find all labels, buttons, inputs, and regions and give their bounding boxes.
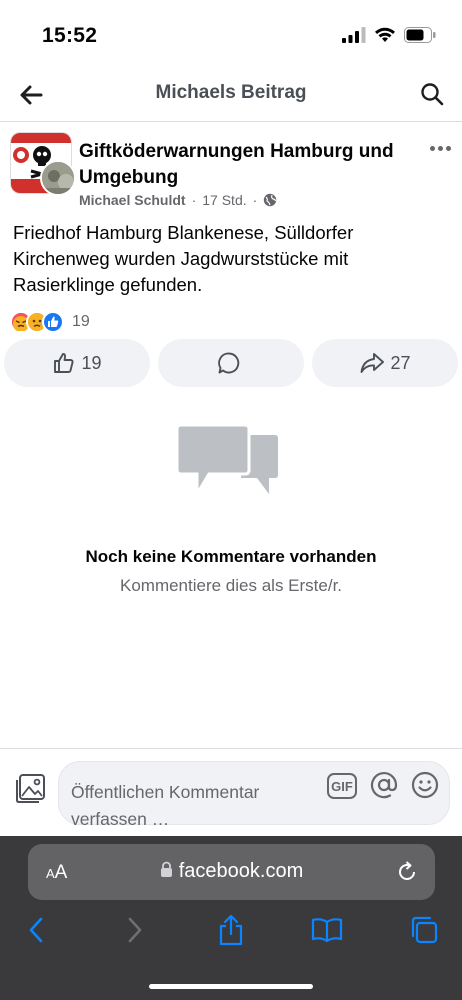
page-title: Michaels Beitrag bbox=[155, 82, 307, 103]
share-icon bbox=[219, 914, 243, 946]
globe-icon bbox=[264, 193, 277, 207]
address-bar[interactable]: AA facebook.com bbox=[28, 844, 435, 900]
comments-empty-icon bbox=[175, 423, 278, 500]
reaction-count: 19 bbox=[72, 313, 90, 330]
reactions-summary[interactable]: 19 bbox=[10, 311, 90, 333]
status-icons bbox=[342, 27, 436, 43]
chevron-left-icon bbox=[29, 917, 43, 943]
author-name[interactable]: Michael Schuldt bbox=[79, 192, 186, 208]
url-display[interactable]: facebook.com bbox=[28, 860, 435, 883]
browser-back-button[interactable] bbox=[19, 912, 53, 948]
mention-button[interactable] bbox=[369, 770, 399, 800]
home-indicator[interactable] bbox=[149, 984, 313, 989]
comment-composer: Öffentlichen Kommentar verfassen … GIF bbox=[0, 748, 462, 836]
post-time[interactable]: 17 Std. bbox=[202, 192, 246, 208]
group-name[interactable]: Giftköderwarnungen Hamburg und Umgebung bbox=[79, 139, 409, 191]
lock-icon bbox=[160, 861, 172, 877]
comment-button[interactable] bbox=[158, 339, 304, 387]
share-arrow-icon bbox=[361, 353, 385, 373]
nav-bar: Michaels Beitrag bbox=[0, 70, 462, 122]
more-options-button[interactable] bbox=[427, 140, 453, 156]
tabs-button[interactable] bbox=[407, 912, 441, 948]
share-button[interactable]: 27 bbox=[312, 339, 458, 387]
browser-chrome: AA facebook.com bbox=[0, 836, 462, 1000]
meta-separator: · bbox=[191, 192, 197, 208]
like-reaction-icon bbox=[42, 311, 64, 333]
gif-button[interactable]: GIF bbox=[327, 773, 357, 799]
post-actions: 19 27 bbox=[4, 339, 458, 387]
signal-icon bbox=[342, 27, 366, 43]
photo-icon bbox=[16, 774, 45, 803]
book-icon bbox=[311, 918, 343, 943]
search-button[interactable] bbox=[416, 78, 448, 110]
bookmarks-button[interactable] bbox=[310, 912, 344, 948]
status-time: 15:52 bbox=[42, 24, 98, 47]
browser-forward-button[interactable] bbox=[118, 912, 152, 948]
dot-icon bbox=[445, 145, 451, 151]
chevron-right-icon bbox=[128, 917, 142, 943]
post-text: Friedhof Hamburg Blankenese, Sülldorfer … bbox=[13, 222, 354, 295]
share-count: 27 bbox=[390, 352, 411, 373]
post-header: Giftköderwarnungen Hamburg und Umgebung … bbox=[10, 132, 455, 210]
emoji-button[interactable] bbox=[410, 770, 440, 800]
url-text: facebook.com bbox=[178, 860, 304, 882]
no-comments-state: Noch keine Kommentare vorhanden Kommenti… bbox=[0, 420, 462, 596]
battery-icon bbox=[404, 27, 436, 43]
author-photo-icon bbox=[42, 162, 74, 194]
reload-icon bbox=[399, 861, 415, 880]
meta-separator: · bbox=[252, 192, 258, 208]
author-avatar[interactable] bbox=[40, 160, 76, 196]
browser-toolbar bbox=[0, 912, 462, 952]
wifi-icon bbox=[375, 27, 395, 42]
dot-icon bbox=[437, 145, 443, 151]
comment-input[interactable]: Öffentlichen Kommentar verfassen … GIF bbox=[58, 761, 450, 829]
like-button[interactable]: 19 bbox=[4, 339, 150, 387]
photo-button[interactable] bbox=[14, 771, 48, 805]
tabs-icon bbox=[411, 916, 438, 944]
at-sign-icon bbox=[370, 772, 398, 799]
comment-bubble-icon bbox=[217, 352, 239, 374]
smiley-icon bbox=[411, 771, 439, 799]
comment-placeholder: Öffentlichen Kommentar verfassen … bbox=[71, 782, 260, 829]
search-icon bbox=[421, 83, 444, 106]
reload-button[interactable] bbox=[395, 860, 419, 884]
thumbs-up-icon bbox=[54, 353, 75, 373]
empty-title: Noch keine Kommentare vorhanden bbox=[85, 547, 377, 566]
dot-icon bbox=[429, 145, 435, 151]
empty-subtitle: Kommentiere dies als Erste/r. bbox=[119, 576, 343, 595]
status-bar: 15:52 bbox=[0, 0, 462, 70]
browser-share-button[interactable] bbox=[214, 912, 248, 948]
like-count: 19 bbox=[81, 352, 102, 373]
post-meta: Michael Schuldt · 17 Std. · bbox=[79, 192, 277, 208]
